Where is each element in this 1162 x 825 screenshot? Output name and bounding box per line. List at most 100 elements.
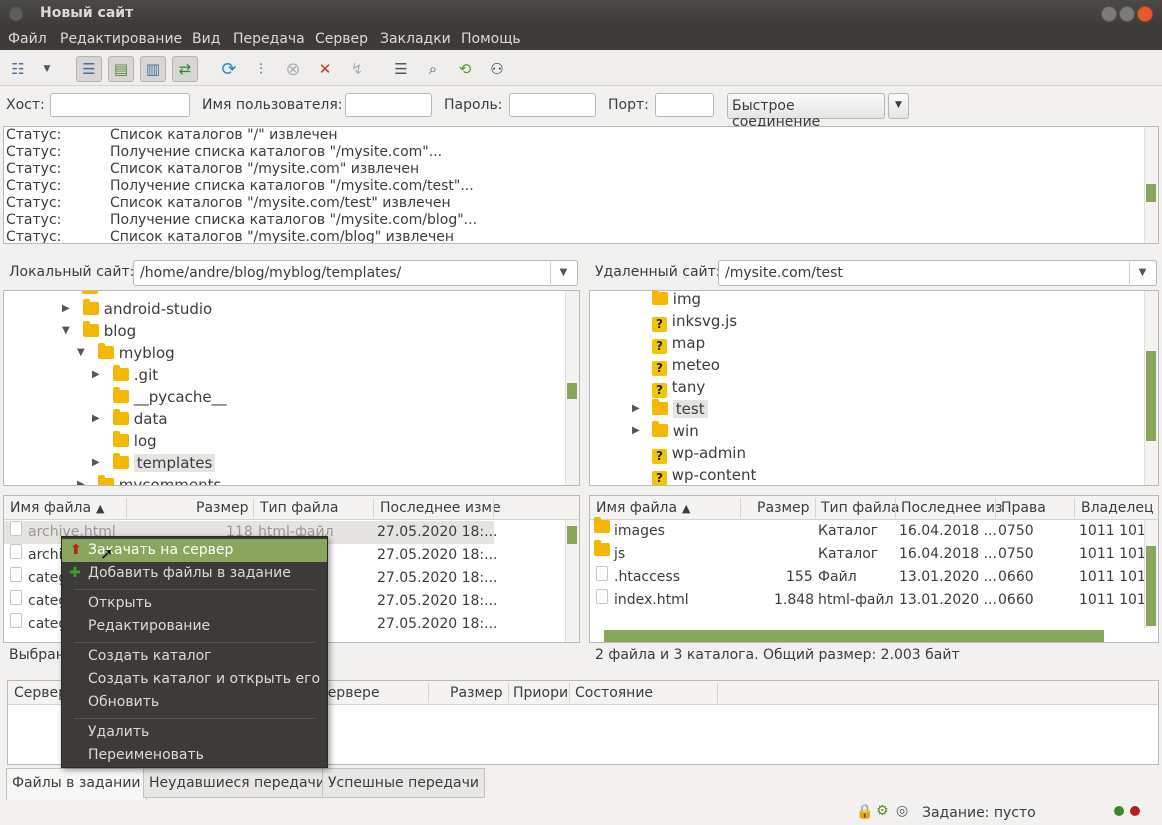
tree-item-log[interactable]: log [92,430,157,452]
tab-queued-files[interactable]: Файлы в задании [6,768,147,800]
col-owner[interactable]: Владелец [1081,500,1154,516]
port-input[interactable] [655,93,714,117]
dir-listing-icon[interactable]: ☰ [388,56,414,82]
tree-item-myblog[interactable]: ▼ myblog [77,342,175,364]
tab-successful-transfers[interactable]: Успешные передачи [322,768,485,798]
close-icon[interactable] [1137,6,1153,22]
menu-item-create-dir-open[interactable]: Создать каталог и открыть его [62,668,327,691]
menu-transfer[interactable]: Передача [233,31,305,47]
menu-item-edit[interactable]: Редактирование [62,615,327,638]
local-list-scrollbar[interactable] [565,520,579,642]
tree-item-pycache[interactable]: __pycache__ [92,386,227,408]
col-type[interactable]: Тип файла [821,500,899,516]
tree-item-wp-content[interactable]: ? wp-content [652,464,756,485]
col-type[interactable]: Тип файла [260,500,338,516]
menu-file[interactable]: Файл [8,31,47,47]
col-permissions[interactable]: Права [1001,500,1046,516]
menu-view[interactable]: Вид [192,31,220,47]
folder-icon [652,399,668,415]
add-icon: ✚ [69,565,81,581]
menu-bookmarks[interactable]: Закладки [380,31,451,47]
toggle-queue-icon[interactable]: ⇄ [172,56,198,82]
local-status: Выбран [9,647,65,663]
disconnect-icon[interactable]: ✕ [312,56,338,82]
col-modified[interactable]: Последнее из [901,500,1002,516]
menu-item-delete[interactable]: Удалить [62,721,327,744]
log-scrollbar[interactable] [1144,127,1158,243]
tree-item-map[interactable]: ? map [652,332,705,354]
quickconnect-button[interactable]: Быстрое соединение [727,93,885,130]
unknown-icon: ? [652,361,667,376]
tree-item-test[interactable]: ▶ test [632,398,708,420]
site-manager-dropdown-icon[interactable]: ▼ [34,56,60,82]
col-remote-file[interactable]: сервере [320,685,380,701]
tree-item-inksvg[interactable]: ? inksvg.js [652,310,737,332]
table-row[interactable]: images Каталог 16.04.2018 ... 0750 1011 … [590,517,1158,543]
menu-item-open[interactable]: Открыть [62,592,327,615]
menu-server[interactable]: Сервер [315,31,368,47]
tab-failed-transfers[interactable]: Неудавшиеся передачи [143,768,331,798]
col-size[interactable]: Размер [757,500,810,516]
chevron-down-icon[interactable]: ▼ [550,262,576,284]
tree-item-templates[interactable]: ▶ templates [92,452,216,474]
col-size[interactable]: Размер [196,500,249,516]
col-modified[interactable]: Последнее изме [380,500,501,516]
menu-help[interactable]: Помощь [461,31,521,47]
col-filename[interactable]: Имя файла [596,500,677,516]
toggle-remote-tree-icon[interactable]: ▥ [140,56,166,82]
toggle-log-icon[interactable]: ☰ [76,56,102,82]
reconnect-icon[interactable]: ↯ [344,56,370,82]
mouse-cursor-icon: ➚ [100,544,114,563]
user-input[interactable] [345,93,432,117]
col-filename[interactable]: Имя файла [10,500,91,516]
tree-item-tany[interactable]: ? tany [652,376,705,398]
local-site-label: Локальный сайт: [9,264,135,280]
col-server[interactable]: Сервер [14,685,67,701]
folder-icon [652,291,668,305]
tree-item-data[interactable]: ▶ data [92,408,168,430]
tree-item-win[interactable]: ▶ win [632,420,699,442]
col-priority[interactable]: Приори [513,685,568,701]
local-tree-scrollbar[interactable] [565,291,579,485]
file-icon [10,544,22,559]
tree-item-wp-admin[interactable]: ? wp-admin [652,442,746,464]
chevron-down-icon[interactable]: ▼ [1129,262,1155,284]
log-row: Статус: Получение списка каталогов "/mysi… [6,178,474,194]
remote-tree-scrollbar[interactable] [1144,291,1158,485]
tree-item-blog[interactable]: ▼ blog [62,320,136,342]
cancel-icon[interactable]: ⊗ [280,56,306,82]
sort-up-icon: ▲ [96,502,105,515]
remote-list-hscrollbar[interactable] [604,630,1104,642]
table-row[interactable]: .htaccess 155 Файл 13.01.2020 ... 0660 1… [590,566,1158,589]
compare-icon[interactable]: ⌕ [420,56,446,82]
tree-item-img[interactable]: img [652,291,701,310]
minimize-icon[interactable] [1101,6,1117,22]
tree-item-meteo[interactable]: ? meteo [652,354,720,376]
toggle-local-tree-icon[interactable]: ▤ [108,56,134,82]
site-manager-icon[interactable]: ☷ [5,56,31,82]
password-input[interactable] [509,93,596,117]
menu-item-create-dir[interactable]: Создать каталог [62,645,327,668]
menu-edit[interactable]: Редактирование [60,31,182,47]
refresh-icon[interactable]: ⟳ [216,56,242,82]
menu-item-add-to-queue[interactable]: ✚ Добавить файлы в задание [62,562,327,585]
search-icon[interactable]: ⚇ [484,56,510,82]
col-size[interactable]: Размер [450,685,503,701]
remote-path-input[interactable]: /mysite.com/test ▼ [718,260,1157,286]
menu-item-rename[interactable]: Переименовать [62,744,327,767]
menu-item-refresh[interactable]: Обновить [62,691,327,714]
local-path-input[interactable]: /home/andre/blog/myblog/templates/ ▼ [133,260,578,286]
table-row[interactable]: index.html 1.848 html-файл 13.01.2020 ..… [590,589,1158,612]
maximize-icon[interactable] [1119,6,1135,22]
host-input[interactable] [50,93,190,117]
tree-item-git[interactable]: ▶ .git [92,364,158,386]
table-row[interactable]: js Каталог 16.04.2018 ... 0750 1011 1011 [590,540,1158,566]
remote-list-scrollbar[interactable] [1144,520,1158,628]
quickconnect-dropdown-icon[interactable]: ▼ [888,93,909,119]
filter-icon[interactable]: ⫶ [248,56,274,82]
file-icon [596,566,608,581]
sync-browse-icon[interactable]: ⟲ [452,56,478,82]
tree-item-android-studio[interactable]: ▶ android-studio [62,298,212,320]
tree-item-mycomments[interactable]: ▶ mycomments [77,474,221,485]
col-status[interactable]: Состояние [575,685,653,701]
